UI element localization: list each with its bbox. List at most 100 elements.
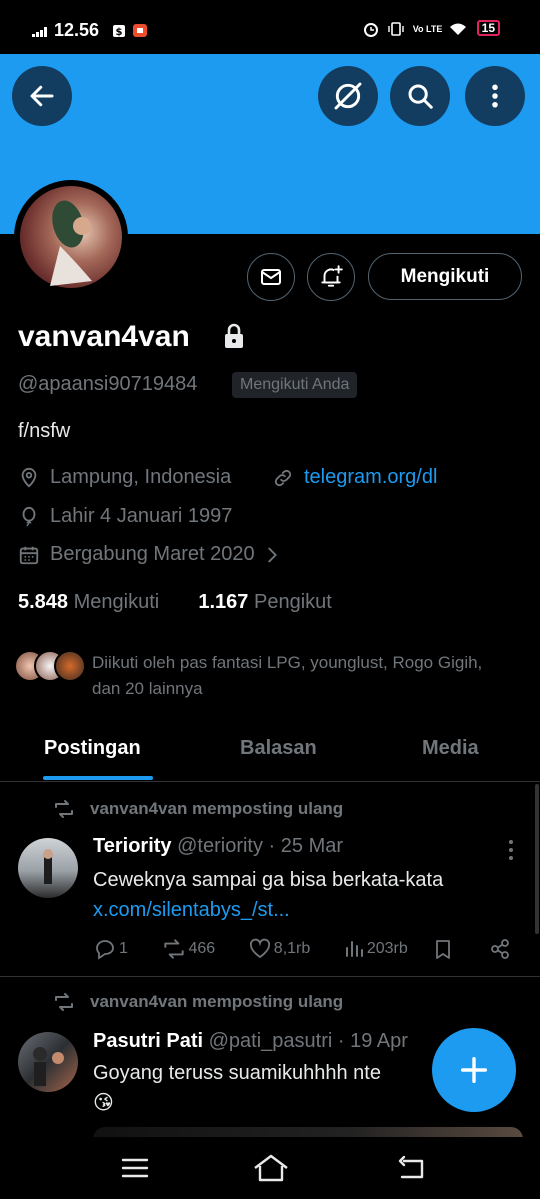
scrollbar[interactable] xyxy=(535,784,539,934)
view-count: 203rb xyxy=(366,940,408,957)
following-count: 5.848 xyxy=(18,591,69,613)
app-notification-icon xyxy=(133,24,147,37)
balloon-icon xyxy=(22,506,36,526)
birthday-text: Lahir 4 Januari 1997 xyxy=(50,505,233,527)
notify-button[interactable] xyxy=(307,253,355,301)
tab-postingan[interactable]: Postingan xyxy=(44,737,141,760)
location-text: Lampung, Indonesia xyxy=(50,466,232,488)
profile-avatar[interactable] xyxy=(14,180,128,294)
status-bar: 12.56 $ Vo LTE 15 xyxy=(0,0,540,54)
post-author-handle: @pati_pasutri xyxy=(208,1030,333,1052)
repost-icon xyxy=(163,939,184,959)
network-label: Vo LTE xyxy=(412,23,443,34)
post-author-name[interactable]: Pasutri Pati xyxy=(93,1030,203,1052)
like-count: 8,1rb xyxy=(273,940,311,957)
search-button[interactable] xyxy=(390,66,450,126)
followers-count: 1.167 xyxy=(198,591,249,613)
post-text: Goyang teruss suamikuhhhh nte 😘 xyxy=(93,1058,381,1118)
shop-icon: $ xyxy=(113,25,125,38)
followers-stat[interactable]: 1.167 Pengikut xyxy=(198,591,331,613)
reply-button[interactable]: 1 xyxy=(93,938,128,960)
more-options-button[interactable] xyxy=(465,66,525,126)
menu-icon[interactable] xyxy=(120,1155,150,1181)
compose-button[interactable] xyxy=(432,1028,516,1112)
lock-icon xyxy=(225,323,243,348)
active-tab-indicator xyxy=(43,776,153,780)
post-date: · 25 Mar xyxy=(268,835,344,857)
repost-indicator: vanvan4van memposting ulang xyxy=(52,992,343,1012)
post-actions: 1 466 8,1rb 203rb xyxy=(93,938,513,960)
followers-label: Pengikut xyxy=(253,591,332,613)
explore-off-icon xyxy=(334,82,362,110)
website-row[interactable]: telegram.org/dl xyxy=(272,466,437,489)
views-icon xyxy=(345,941,363,957)
like-button[interactable]: 8,1rb xyxy=(248,938,310,960)
views-button[interactable]: 203rb xyxy=(343,938,408,960)
mail-icon xyxy=(261,269,281,285)
post-emoji: 😘 xyxy=(93,1092,114,1114)
more-vertical-icon xyxy=(492,84,498,108)
home-icon[interactable] xyxy=(252,1152,290,1184)
post-body: Ceweknya sampai ga bisa berkata-kata xyxy=(93,869,444,891)
bookmark-button[interactable] xyxy=(432,938,456,960)
alarm-icon xyxy=(364,22,379,37)
following-stat[interactable]: 5.848 Mengikuti xyxy=(18,591,159,613)
website-link[interactable]: telegram.org/dl xyxy=(304,466,437,489)
post-author-avatar[interactable] xyxy=(18,1032,78,1092)
following-label: Mengikuti xyxy=(73,591,160,613)
post[interactable]: vanvan4van memposting ulang Teriority @t… xyxy=(0,784,540,976)
back-button[interactable] xyxy=(12,66,72,126)
message-button[interactable] xyxy=(247,253,295,301)
wifi-icon xyxy=(450,23,467,35)
location-icon xyxy=(21,467,37,488)
followed-by-avatars[interactable] xyxy=(14,650,86,682)
post-author-avatar[interactable] xyxy=(18,838,78,898)
status-indicators: Vo LTE 15 xyxy=(363,20,500,37)
repost-indicator: vanvan4van memposting ulang xyxy=(52,799,343,819)
tab-media[interactable]: Media xyxy=(422,737,479,760)
svg-text:$: $ xyxy=(116,27,123,38)
post-link[interactable]: x.com/silentabys_/st... xyxy=(93,895,443,925)
bookmark-icon xyxy=(436,940,451,959)
avatar-image xyxy=(33,1047,64,1086)
reply-count: 1 xyxy=(119,940,128,957)
display-name: vanvan4van xyxy=(18,320,190,353)
following-button[interactable]: Mengikuti xyxy=(368,253,522,300)
post-text: Ceweknya sampai ga bisa berkata-kata x.c… xyxy=(93,865,443,925)
user-handle: @apaansi90719484 xyxy=(18,373,198,395)
share-button[interactable] xyxy=(489,938,513,960)
joined-text: Bergabung Maret 2020 xyxy=(50,543,255,565)
bio: f/nsfw xyxy=(18,420,71,442)
more-vertical-icon[interactable] xyxy=(508,839,514,861)
birthday-row: Lahir 4 Januari 1997 xyxy=(18,505,232,528)
vibrate-icon xyxy=(388,21,404,36)
post-body: Goyang teruss suamikuhhhh nte xyxy=(93,1062,381,1084)
followed-by-text[interactable]: Diikuti oleh pas fantasi LPG, younglust,… xyxy=(92,650,512,702)
repost-icon xyxy=(55,800,73,818)
avatar-image xyxy=(20,186,122,288)
back-nav-icon[interactable] xyxy=(396,1155,428,1183)
like-icon xyxy=(249,938,270,959)
tab-balasan[interactable]: Balasan xyxy=(240,737,317,760)
repost-button[interactable]: 466 xyxy=(161,938,216,960)
link-icon xyxy=(274,469,292,486)
battery-indicator: 15 xyxy=(476,20,500,36)
signal-icon xyxy=(32,27,50,37)
chevron-right-icon xyxy=(267,547,277,562)
post-header: Pasutri Pati @pati_pasutri · 19 Apr xyxy=(93,1030,408,1053)
plus-icon xyxy=(460,1056,488,1084)
profile-tabs: Postingan Balasan Media xyxy=(0,720,540,782)
status-time: 12.56 xyxy=(54,20,100,40)
follows-you-badge: Mengikuti Anda xyxy=(232,372,358,398)
post-author-name[interactable]: Teriority xyxy=(93,835,172,857)
avatar-image xyxy=(43,849,53,884)
post-date: · 19 Apr xyxy=(337,1030,408,1052)
follow-counts: 5.848 Mengikuti 1.167 Pengikut xyxy=(18,591,332,614)
joined-row[interactable]: Bergabung Maret 2020 xyxy=(18,543,293,566)
post-header: Teriority @teriority · 25 Mar xyxy=(93,835,343,858)
system-nav-bar xyxy=(0,1137,540,1199)
share-icon xyxy=(491,939,509,959)
repost-count: 466 xyxy=(188,940,216,957)
explore-off-button[interactable] xyxy=(318,66,378,126)
calendar-icon xyxy=(19,546,39,564)
